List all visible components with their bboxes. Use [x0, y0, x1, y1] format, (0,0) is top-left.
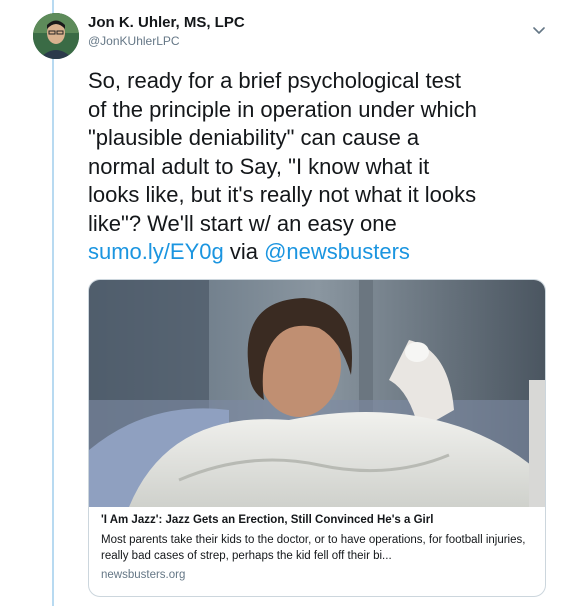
chevron-down-icon[interactable] — [530, 22, 548, 40]
tweet: Jon K. Uhler, MS, LPC @JonKUhlerLPC So, … — [0, 0, 570, 606]
avatar-image — [33, 13, 79, 59]
link-card[interactable]: 'I Am Jazz': Jazz Gets an Erection, Stil… — [88, 279, 546, 597]
card-domain: newsbusters.org — [101, 569, 186, 581]
tweet-link[interactable]: sumo.ly/EY0g — [88, 239, 224, 264]
author-handle[interactable]: @JonKUhlerLPC — [88, 34, 180, 48]
tweet-body: So, ready for a brief psychological test… — [88, 68, 477, 236]
card-title[interactable]: 'I Am Jazz': Jazz Gets an Erection, Stil… — [101, 512, 537, 528]
card-meta: 'I Am Jazz': Jazz Gets an Erection, Stil… — [101, 512, 537, 581]
avatar[interactable] — [33, 13, 79, 59]
author-name[interactable]: Jon K. Uhler, MS, LPC — [88, 14, 245, 31]
tweet-via: via — [223, 239, 265, 264]
card-image[interactable] — [89, 280, 545, 507]
mention-link[interactable]: @newsbusters — [264, 239, 410, 264]
card-description: Most parents take their kids to the doct… — [101, 534, 526, 562]
tweet-text: So, ready for a brief psychological test… — [88, 67, 560, 267]
